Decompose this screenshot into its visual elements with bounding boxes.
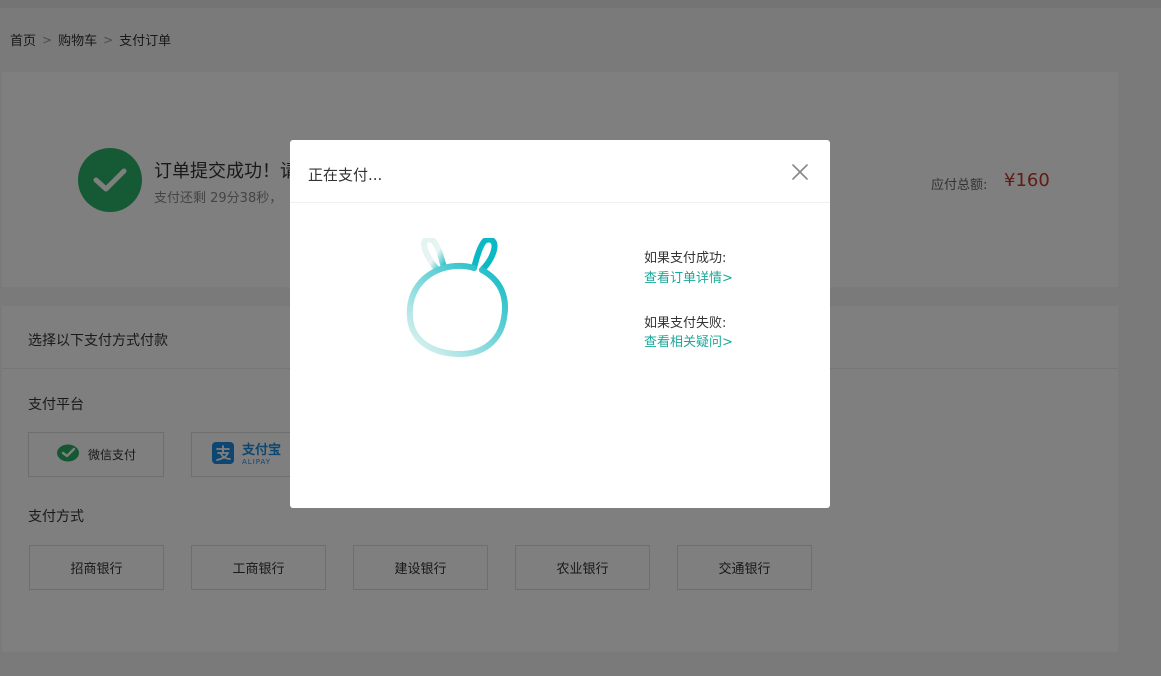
view-faq-link[interactable]: 查看相关疑问>: [644, 331, 733, 350]
success-label: 如果支付成功:: [644, 251, 727, 266]
close-icon[interactable]: [790, 162, 810, 182]
paying-modal: 正在支付... 如果支付成功: 查看订单详情> 如果支付失败: 查看相关疑问>: [290, 140, 830, 508]
modal-divider: [290, 202, 830, 203]
modal-title: 正在支付...: [308, 166, 383, 184]
fail-label: 如果支付失败:: [644, 316, 727, 331]
rabbit-loading-icon: [400, 236, 520, 366]
view-order-link[interactable]: 查看订单详情>: [644, 267, 733, 286]
